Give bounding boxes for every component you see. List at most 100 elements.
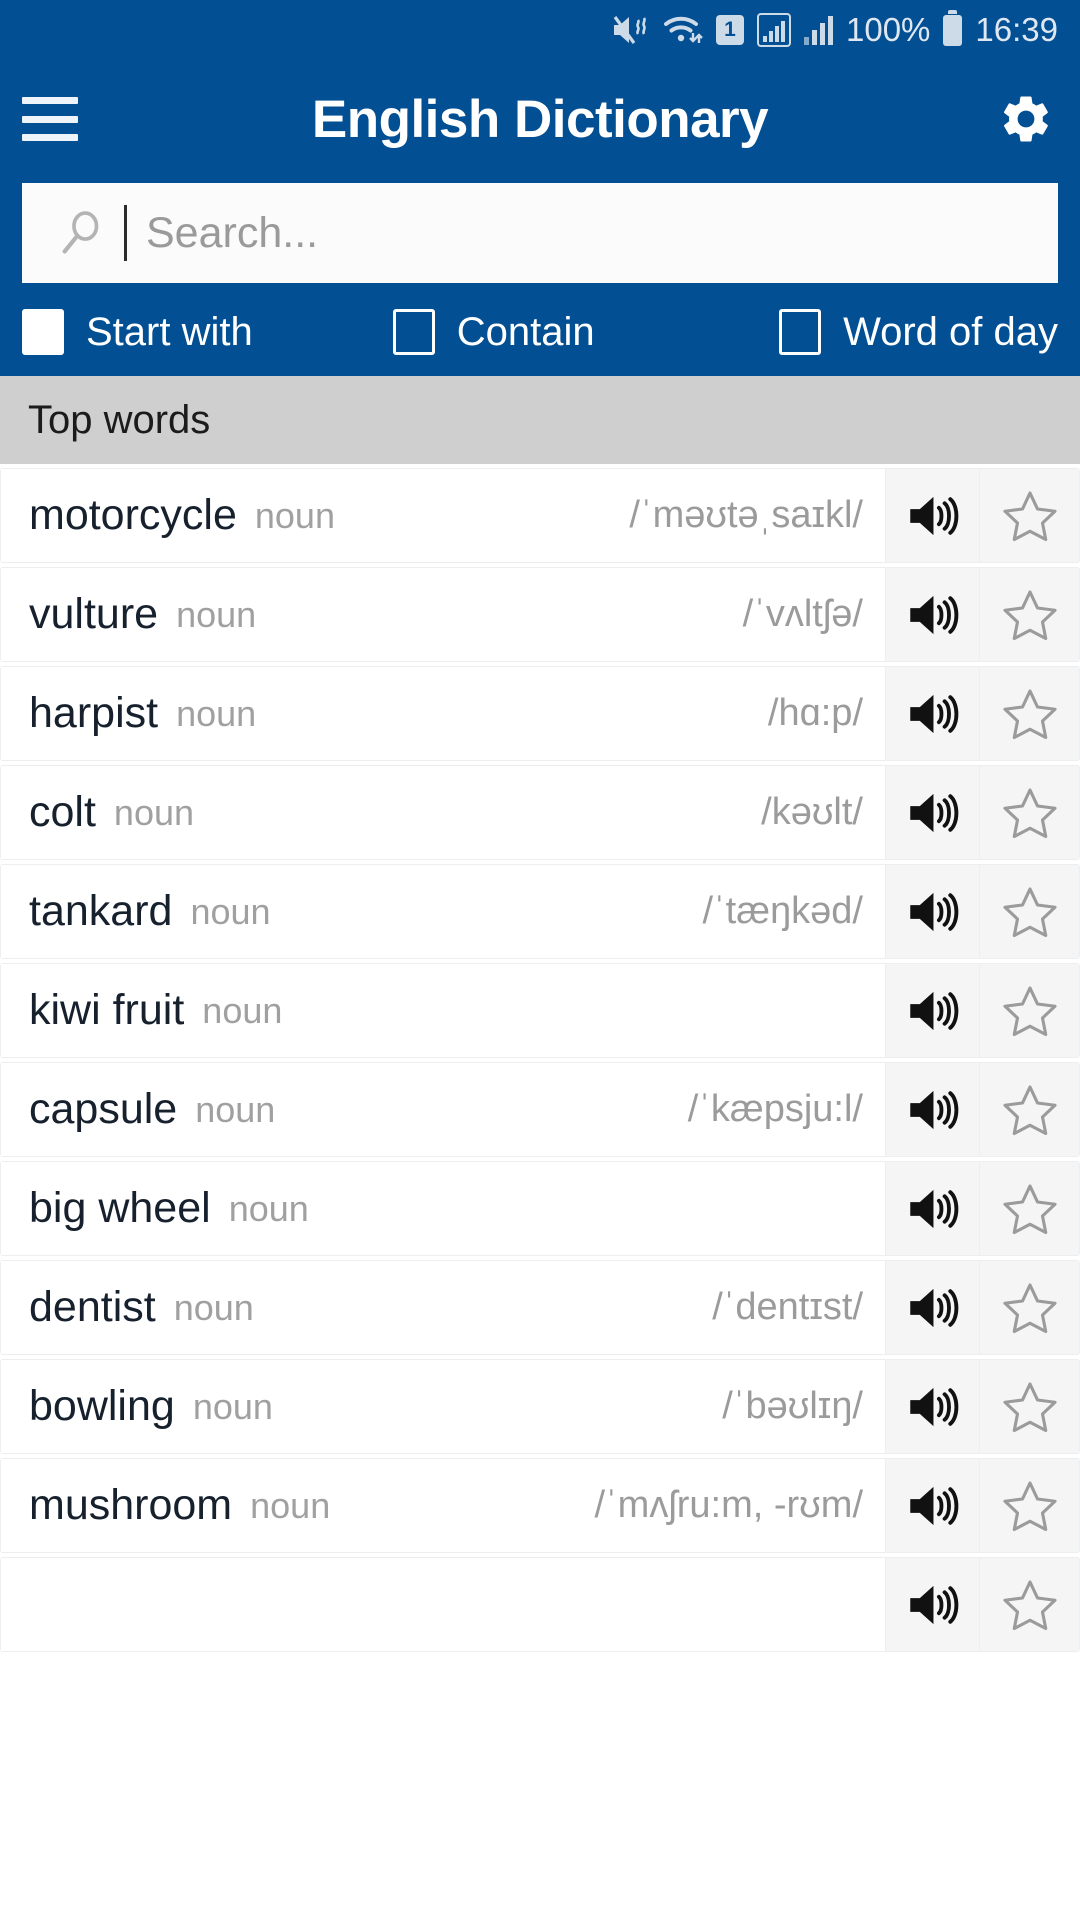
part-of-speech-label: noun [228,1187,309,1229]
checkbox-contain[interactable] [392,309,435,355]
star-outline-icon[interactable] [979,568,1079,661]
speaker-icon[interactable] [885,1261,979,1354]
part-of-speech-label: noun [250,1484,331,1526]
speaker-icon[interactable] [885,964,979,1057]
speaker-icon[interactable] [885,766,979,859]
word-entry[interactable]: mushroom noun/ˈmʌʃru:m, -rʊm/ [1,1459,885,1552]
word-entry[interactable]: bowling noun/ˈbəʊlɪŋ/ [1,1360,885,1453]
word-entry[interactable]: tankard noun/ˈtæŋkəd/ [1,865,885,958]
word-list-row[interactable]: kiwi fruit noun [0,963,1080,1058]
speaker-icon[interactable] [885,667,979,760]
signal-icon [804,15,833,45]
search-bar-container: Search... [0,178,1080,288]
search-placeholder: Search... [146,208,319,257]
dictionary-app-screen: 1 100% 16:39 English Dictionary Search..… [0,0,1080,1920]
word-label: capsule [29,1085,178,1133]
word-list-row[interactable]: motorcycle noun/ˈməʊtəˌsaɪkl/ [0,468,1080,563]
battery-percent-label: 100% [846,11,931,48]
star-outline-icon[interactable] [979,667,1079,760]
speaker-icon[interactable] [885,1459,979,1552]
word-entry[interactable]: big wheel noun [1,1162,885,1255]
speaker-icon[interactable] [885,1063,979,1156]
filter-contain[interactable]: Contain [392,309,595,355]
part-of-speech-label: noun [176,593,257,635]
filter-start-with[interactable]: Start with [22,309,253,355]
phonetic-label: /ˈvʌltʃə/ [742,593,863,635]
speaker-icon[interactable] [885,1162,979,1255]
star-outline-icon[interactable] [979,766,1079,859]
word-label: colt [29,788,96,836]
word-entry[interactable] [1,1558,885,1651]
filter-start-with-label: Start with [86,309,253,354]
word-list-row[interactable] [0,1557,1080,1652]
word-entry[interactable]: capsule noun/ˈkæpsju:l/ [1,1063,885,1156]
word-entry[interactable]: harpist noun/hɑ:p/ [1,667,885,760]
part-of-speech-label: noun [195,1088,276,1130]
phonetic-label: /ˈbəʊlɪŋ/ [722,1385,863,1427]
word-entry[interactable]: vulture noun/ˈvʌltʃə/ [1,568,885,661]
speaker-icon[interactable] [885,469,979,562]
word-entry[interactable]: kiwi fruit noun [1,964,885,1057]
word-label: vulture [29,590,159,638]
word-list-row[interactable]: dentist noun/ˈdentɪst/ [0,1260,1080,1355]
word-label: motorcycle [29,491,237,539]
word-list-row[interactable]: capsule noun/ˈkæpsju:l/ [0,1062,1080,1157]
search-input[interactable]: Search... [22,183,1058,283]
word-label: tankard [29,887,173,935]
checkbox-word-of-day[interactable] [779,309,822,355]
filter-word-of-day[interactable]: Word of day [779,309,1058,355]
status-bar: 1 100% 16:39 [0,0,1080,60]
phonetic-label: /hɑ:p/ [767,692,863,734]
part-of-speech-label: noun [254,494,335,536]
word-list-row[interactable]: harpist noun/hɑ:p/ [0,666,1080,761]
wifi-icon [663,13,703,47]
phonetic-label: /ˈməʊtəˌsaɪkl/ [629,494,863,536]
word-label: big wheel [29,1184,211,1232]
word-list-row[interactable]: colt noun/kəʊlt/ [0,765,1080,860]
star-outline-icon[interactable] [979,1261,1079,1354]
word-list-row[interactable]: mushroom noun/ˈmʌʃru:m, -rʊm/ [0,1458,1080,1553]
part-of-speech-label: noun [202,989,283,1031]
part-of-speech-label: noun [190,890,271,932]
star-outline-icon[interactable] [979,964,1079,1057]
speaker-icon[interactable] [885,865,979,958]
star-outline-icon[interactable] [979,1360,1079,1453]
app-bar: English Dictionary [0,60,1080,178]
star-outline-icon[interactable] [979,1162,1079,1255]
part-of-speech-label: noun [192,1385,273,1427]
speaker-icon[interactable] [885,568,979,661]
hamburger-menu-icon[interactable] [22,97,78,141]
search-icon [56,207,108,259]
part-of-speech-label: noun [113,791,195,833]
word-list-row[interactable]: big wheel noun [0,1161,1080,1256]
word-entry[interactable]: colt noun/kəʊlt/ [1,766,885,859]
word-label: dentist [29,1283,156,1331]
star-outline-icon[interactable] [979,1063,1079,1156]
word-entry[interactable]: dentist noun/ˈdentɪst/ [1,1261,885,1354]
star-outline-icon[interactable] [979,469,1079,562]
phonetic-label: /ˈtæŋkəd/ [702,890,863,932]
battery-icon [943,9,963,46]
part-of-speech-label: noun [176,692,257,734]
word-list[interactable]: motorcycle noun/ˈməʊtəˌsaɪkl/vulture noun /… [0,464,1080,1920]
part-of-speech-label: noun [173,1286,254,1328]
word-label: harpist [29,689,159,737]
filter-contain-label: Contain [456,309,595,354]
gear-icon[interactable] [998,91,1054,147]
section-header-label: Top words [28,397,211,442]
clock-label: 16:39 [975,11,1058,48]
word-list-row[interactable]: bowling noun/ˈbəʊlɪŋ/ [0,1359,1080,1454]
speaker-icon[interactable] [885,1558,979,1651]
phonetic-label: /ˈmʌʃru:m, -rʊm/ [594,1484,863,1526]
word-list-row[interactable]: vulture noun/ˈvʌltʃə/ [0,567,1080,662]
word-entry[interactable]: motorcycle noun/ˈməʊtəˌsaɪkl/ [1,469,885,562]
word-list-row[interactable]: tankard noun/ˈtæŋkəd/ [0,864,1080,959]
star-outline-icon[interactable] [979,1558,1079,1651]
checkbox-start-with[interactable] [22,309,64,355]
star-outline-icon[interactable] [979,865,1079,958]
star-outline-icon[interactable] [979,1459,1079,1552]
signal-boxed-icon [757,13,791,47]
phonetic-label: /ˈdentɪst/ [712,1286,863,1328]
speaker-icon[interactable] [885,1360,979,1453]
page-title: English Dictionary [311,89,769,149]
